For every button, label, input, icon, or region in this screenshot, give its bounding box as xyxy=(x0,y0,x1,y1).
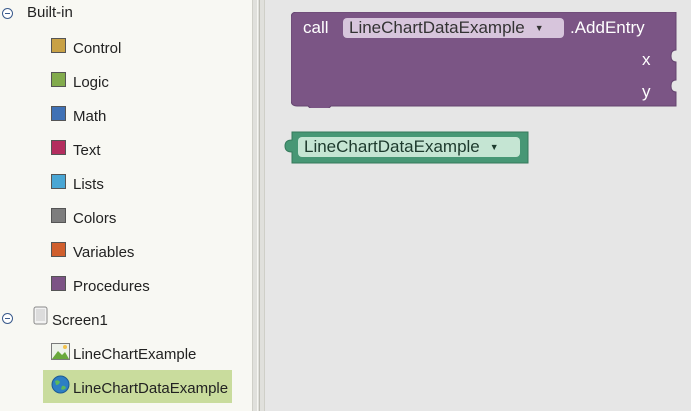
component-getter-block[interactable]: LineChartDataExample ▼ xyxy=(283,130,533,166)
dropdown-arrow-icon: ▼ xyxy=(534,23,544,33)
param-y-label: y xyxy=(642,82,651,101)
category-label[interactable]: Colors xyxy=(73,210,116,228)
screen1-collapse-toggle[interactable] xyxy=(2,313,13,324)
panel-splitter[interactable] xyxy=(252,0,265,411)
category-label[interactable]: Text xyxy=(73,142,101,160)
globe-icon xyxy=(51,375,70,394)
category-label[interactable]: Procedures xyxy=(73,278,150,296)
text-color-swatch xyxy=(51,140,66,155)
screen-icon xyxy=(33,306,48,325)
category-label[interactable]: Lists xyxy=(73,176,104,194)
blocks-panel: Built-in Control Logic Math Text Lists C… xyxy=(0,0,252,411)
blocks-workspace[interactable]: call LineChartDataExample ▼ .AddEntry x y… xyxy=(265,0,691,411)
colors-color-swatch xyxy=(51,208,66,223)
category-label[interactable]: Logic xyxy=(73,74,109,92)
component-getter-value: LineChartDataExample xyxy=(304,137,480,156)
logic-color-swatch xyxy=(51,72,66,87)
builtin-collapse-toggle[interactable] xyxy=(2,8,13,19)
dropdown-arrow-icon: ▼ xyxy=(489,142,499,152)
splitter-grip[interactable] xyxy=(257,0,260,411)
lists-color-swatch xyxy=(51,174,66,189)
math-color-swatch xyxy=(51,106,66,121)
variables-color-swatch xyxy=(51,242,66,257)
component-label[interactable]: LineChartExample xyxy=(73,346,196,364)
component-getter-dropdown[interactable]: LineChartDataExample ▼ xyxy=(298,137,520,157)
call-keyword: call xyxy=(303,18,329,37)
component-dropdown[interactable]: LineChartDataExample ▼ xyxy=(343,18,564,38)
method-name: .AddEntry xyxy=(570,18,645,37)
screen1-label[interactable]: Screen1 xyxy=(52,312,108,330)
category-label[interactable]: Variables xyxy=(73,244,134,262)
image-icon xyxy=(51,343,70,360)
component-dropdown-value: LineChartDataExample xyxy=(349,18,525,37)
category-label[interactable]: Control xyxy=(73,40,121,58)
procedures-color-swatch xyxy=(51,276,66,291)
category-label[interactable]: Math xyxy=(73,108,106,126)
control-color-swatch xyxy=(51,38,66,53)
param-x-label: x xyxy=(642,50,651,69)
call-addentry-block[interactable]: call LineChartDataExample ▼ .AddEntry x y xyxy=(291,12,691,108)
builtin-label[interactable]: Built-in xyxy=(27,4,73,22)
component-label[interactable]: LineChartDataExample xyxy=(73,380,228,398)
